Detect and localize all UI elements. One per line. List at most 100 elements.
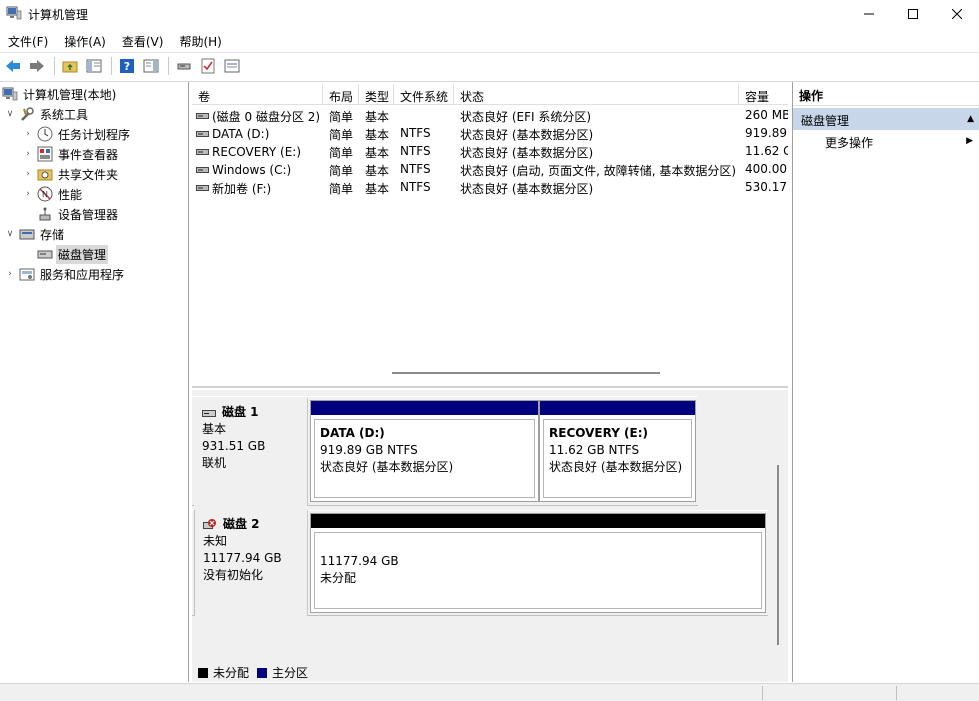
legend-primary-swatch	[257, 667, 268, 678]
tree-label: 共享文件夹	[58, 167, 119, 182]
column-header-volume[interactable]: 卷	[192, 84, 323, 105]
tree-item-root[interactable]: 计算机管理(本地)	[2, 84, 118, 104]
pane-splitter[interactable]	[192, 386, 788, 388]
chevron-down-icon[interactable]: ∨	[4, 229, 16, 239]
computer-management-icon	[2, 86, 18, 102]
chevron-right-icon[interactable]: ›	[22, 169, 34, 179]
show-hide-tree-icon[interactable]	[83, 55, 105, 77]
check-icon[interactable]	[197, 55, 219, 77]
window-title: 计算机管理	[28, 8, 89, 22]
cell-type: 基本	[365, 164, 390, 178]
table-row[interactable]: Windows (C:) 简单 基本 NTFS 状态良好 (启动, 页面文件, 故障转储…	[192, 160, 788, 178]
cell-status: 状态良好 (基本数据分区)	[460, 128, 594, 142]
tree-label: 计算机管理(本地)	[23, 87, 117, 102]
partition-status: 状态良好 (基本数据分区)	[320, 460, 454, 474]
minimize-button[interactable]	[846, 0, 892, 28]
table-row[interactable]: RECOVERY (E:) 简单 基本 NTFS 状态良好 (基本数据分区) 11.62 …	[192, 142, 788, 160]
disk-2-label[interactable]: 磁盘 2 未知 11177.94 GB 没有初始化	[194, 510, 308, 616]
disk-map: 磁盘 1 基本 931.51 GB 联机 DATA (D:) 919.89 GB…	[192, 390, 788, 682]
maximize-button[interactable]	[890, 0, 936, 28]
tree-label: 磁盘管理	[56, 244, 109, 264]
up-folder-icon[interactable]	[59, 55, 81, 77]
legend-unallocated-label: 未分配	[213, 666, 250, 680]
disk-1-label[interactable]: 磁盘 1 基本 931.51 GB 联机	[194, 398, 308, 506]
volume-list-header: 卷 布局 类型 文件系统 状态 容量	[192, 84, 788, 105]
column-header-type[interactable]: 类型	[359, 84, 394, 105]
volume-name: 新加卷 (F:)	[212, 181, 272, 196]
partition-unallocated[interactable]: 11177.94 GB 未分配	[310, 513, 766, 613]
cell-volume: 新加卷 (F:)	[192, 178, 323, 196]
cell-filesystem	[394, 106, 454, 124]
status-bar	[0, 683, 979, 701]
cell-type: 基本	[365, 182, 390, 196]
horizontal-scrollbar[interactable]	[392, 372, 660, 374]
table-row[interactable]: DATA (D:) 简单 基本 NTFS 状态良好 (基本数据分区) 919.89	[192, 124, 788, 142]
disk-name: 磁盘 1	[222, 405, 259, 419]
chevron-right-icon[interactable]: ›	[4, 269, 16, 279]
cell-layout: 简单	[329, 164, 354, 178]
close-button[interactable]	[934, 0, 979, 28]
chevron-right-icon[interactable]: ›	[22, 189, 34, 199]
toolbar-separator	[168, 57, 169, 75]
table-row[interactable]: (磁盘 0 磁盘分区 2) 简单 基本 状态良好 (EFI 系统分区) 260 MB	[192, 106, 788, 124]
partition-status: 状态良好 (基本数据分区)	[549, 460, 683, 474]
disk-type: 未知	[203, 534, 228, 548]
tree-item-task-scheduler[interactable]: › 任务计划程序	[22, 124, 132, 144]
table-row[interactable]: 新加卷 (F:) 简单 基本 NTFS 状态良好 (基本数据分区) 530.17	[192, 178, 788, 196]
tree-label: 系统工具	[40, 107, 89, 122]
properties-icon[interactable]	[221, 55, 243, 77]
tools-icon	[19, 106, 35, 122]
vertical-scrollbar[interactable]	[777, 465, 779, 645]
tree-item-disk-management[interactable]: 磁盘管理	[34, 244, 109, 264]
help-icon[interactable]: ?	[116, 55, 138, 77]
tree-item-system-tools[interactable]: ∨ 系统工具	[4, 104, 90, 124]
chevron-right-icon[interactable]: ›	[22, 129, 34, 139]
forward-icon[interactable]	[26, 55, 48, 77]
chevron-down-icon[interactable]: ∨	[4, 109, 16, 119]
tree-label: 服务和应用程序	[40, 267, 125, 282]
column-header-layout[interactable]: 布局	[323, 84, 359, 105]
cell-status: 状态良好 (EFI 系统分区)	[460, 110, 592, 124]
tree-item-shared-folders[interactable]: › 共享文件夹	[22, 164, 120, 184]
disk-error-icon	[203, 518, 217, 531]
tree-item-device-manager[interactable]: 设备管理器	[34, 204, 120, 224]
volume-icon	[196, 130, 209, 138]
tree-item-performance[interactable]: › N 性能	[22, 184, 84, 204]
tree-item-event-viewer[interactable]: › 事件查看器	[22, 144, 120, 164]
partition-body: 11177.94 GB 未分配	[314, 532, 762, 609]
column-header-filesystem[interactable]: 文件系统	[394, 84, 454, 105]
partition-recovery-e[interactable]: RECOVERY (E:) 11.62 GB NTFS 状态良好 (基本数据分区…	[539, 400, 696, 502]
partition-body: DATA (D:) 919.89 GB NTFS 状态良好 (基本数据分区)	[314, 419, 535, 498]
back-icon[interactable]	[2, 55, 24, 77]
menu-bar: 文件(F) 操作(A) 查看(V) 帮助(H)	[0, 30, 979, 52]
tree-label: 存储	[40, 227, 65, 242]
volume-name: Windows (C:)	[212, 163, 292, 177]
menu-help[interactable]: 帮助(H)	[171, 30, 229, 52]
cell-filesystem: NTFS	[400, 162, 431, 176]
legend-unallocated-swatch	[198, 667, 208, 678]
menu-action[interactable]: 操作(A)	[56, 30, 114, 52]
connect-icon[interactable]	[173, 55, 195, 77]
status-separator	[762, 686, 763, 700]
cell-status: 状态良好 (基本数据分区)	[460, 146, 594, 160]
cell-status: 状态良好 (启动, 页面文件, 故障转储, 基本数据分区)	[460, 164, 737, 178]
tree-label: 性能	[58, 187, 83, 202]
actions-section-disk-management[interactable]: 磁盘管理 ▲	[793, 108, 979, 130]
tree-item-services-apps[interactable]: › 服务和应用程序	[4, 264, 126, 284]
collapse-up-icon[interactable]: ▲	[967, 114, 974, 124]
column-header-capacity[interactable]: 容量	[739, 84, 788, 105]
partition-data-d[interactable]: DATA (D:) 919.89 GB NTFS 状态良好 (基本数据分区)	[310, 400, 539, 502]
more-actions-link[interactable]: 更多操作	[825, 134, 873, 151]
chevron-right-icon[interactable]: ▶	[966, 136, 973, 146]
status-separator	[896, 686, 897, 700]
partition-size: 11177.94 GB	[320, 554, 399, 568]
volume-name: RECOVERY (E:)	[212, 145, 302, 159]
column-header-status[interactable]: 状态	[454, 84, 739, 105]
chevron-right-icon[interactable]: ›	[22, 149, 34, 159]
tree-item-storage[interactable]: ∨ 存储	[4, 224, 66, 244]
computer-management-icon	[6, 6, 22, 20]
show-hide-action-icon[interactable]	[140, 55, 162, 77]
menu-file[interactable]: 文件(F)	[0, 30, 56, 52]
menu-view[interactable]: 查看(V)	[114, 30, 172, 52]
cell-capacity: 919.89	[745, 126, 787, 140]
